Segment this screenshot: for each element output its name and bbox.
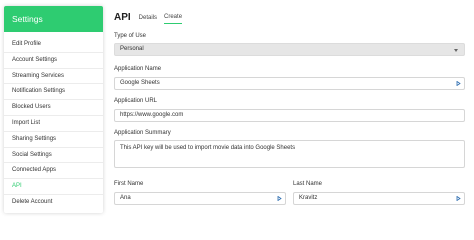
tab-create[interactable]: Create <box>164 13 183 24</box>
last-name-input[interactable]: Kravitz <box>293 192 465 205</box>
application-summary-textarea[interactable]: This API key will be used to import movi… <box>114 140 465 168</box>
autofill-arrow-icon[interactable] <box>277 196 282 201</box>
autofill-arrow-icon[interactable] <box>456 196 461 201</box>
sidebar-item-blocked-users[interactable]: Blocked Users <box>4 100 103 116</box>
tab-details[interactable]: Details <box>139 14 157 24</box>
sidebar-item-sharing-settings[interactable]: Sharing Settings <box>4 132 103 148</box>
application-url-value: https://www.google.com <box>120 112 184 118</box>
sidebar-item-social-settings[interactable]: Social Settings <box>4 148 103 164</box>
page-title: API <box>114 12 131 23</box>
first-name-value: Ana <box>120 195 131 201</box>
first-name-label: First Name <box>114 181 144 187</box>
application-url-input[interactable]: https://www.google.com <box>114 109 465 122</box>
last-name-value: Kravitz <box>299 195 318 201</box>
application-name-input[interactable]: Google Sheets <box>114 77 465 90</box>
type-of-use-label: Type of Use <box>114 33 147 39</box>
application-name-label: Application Name <box>114 66 162 72</box>
first-name-input[interactable]: Ana <box>114 192 286 205</box>
sidebar-item-account-settings[interactable]: Account Settings <box>4 53 103 69</box>
last-name-label: Last Name <box>293 181 323 187</box>
page-header: API Details Create <box>114 8 189 24</box>
sidebar-item-import-list[interactable]: Import List <box>4 116 103 132</box>
sidebar-item-connected-apps[interactable]: Connected Apps <box>4 163 103 180</box>
sidebar-item-api[interactable]: API <box>4 179 103 195</box>
application-summary-value: This API key will be used to import movi… <box>120 145 296 151</box>
sidebar-item-edit-profile[interactable]: Edit Profile <box>4 37 103 53</box>
type-of-use-value: Personal <box>120 46 144 52</box>
settings-sidebar: Settings Edit Profile Account Settings S… <box>4 6 103 213</box>
sidebar-item-delete-account[interactable]: Delete Account <box>4 195 103 211</box>
sidebar-item-notification-settings[interactable]: Notification Settings <box>4 84 103 101</box>
sidebar-title: Settings <box>4 6 103 32</box>
sidebar-list: Edit Profile Account Settings Streaming … <box>4 37 103 211</box>
chevron-down-icon <box>454 49 458 52</box>
application-url-label: Application URL <box>114 98 158 104</box>
application-name-value: Google Sheets <box>120 80 160 86</box>
api-create-panel: API Details Create Type of Use Personal … <box>114 0 470 217</box>
sidebar-item-streaming-services[interactable]: Streaming Services <box>4 69 103 85</box>
autofill-arrow-icon[interactable] <box>456 81 461 86</box>
type-of-use-select[interactable]: Personal <box>114 43 465 56</box>
application-summary-label: Application Summary <box>114 130 171 136</box>
